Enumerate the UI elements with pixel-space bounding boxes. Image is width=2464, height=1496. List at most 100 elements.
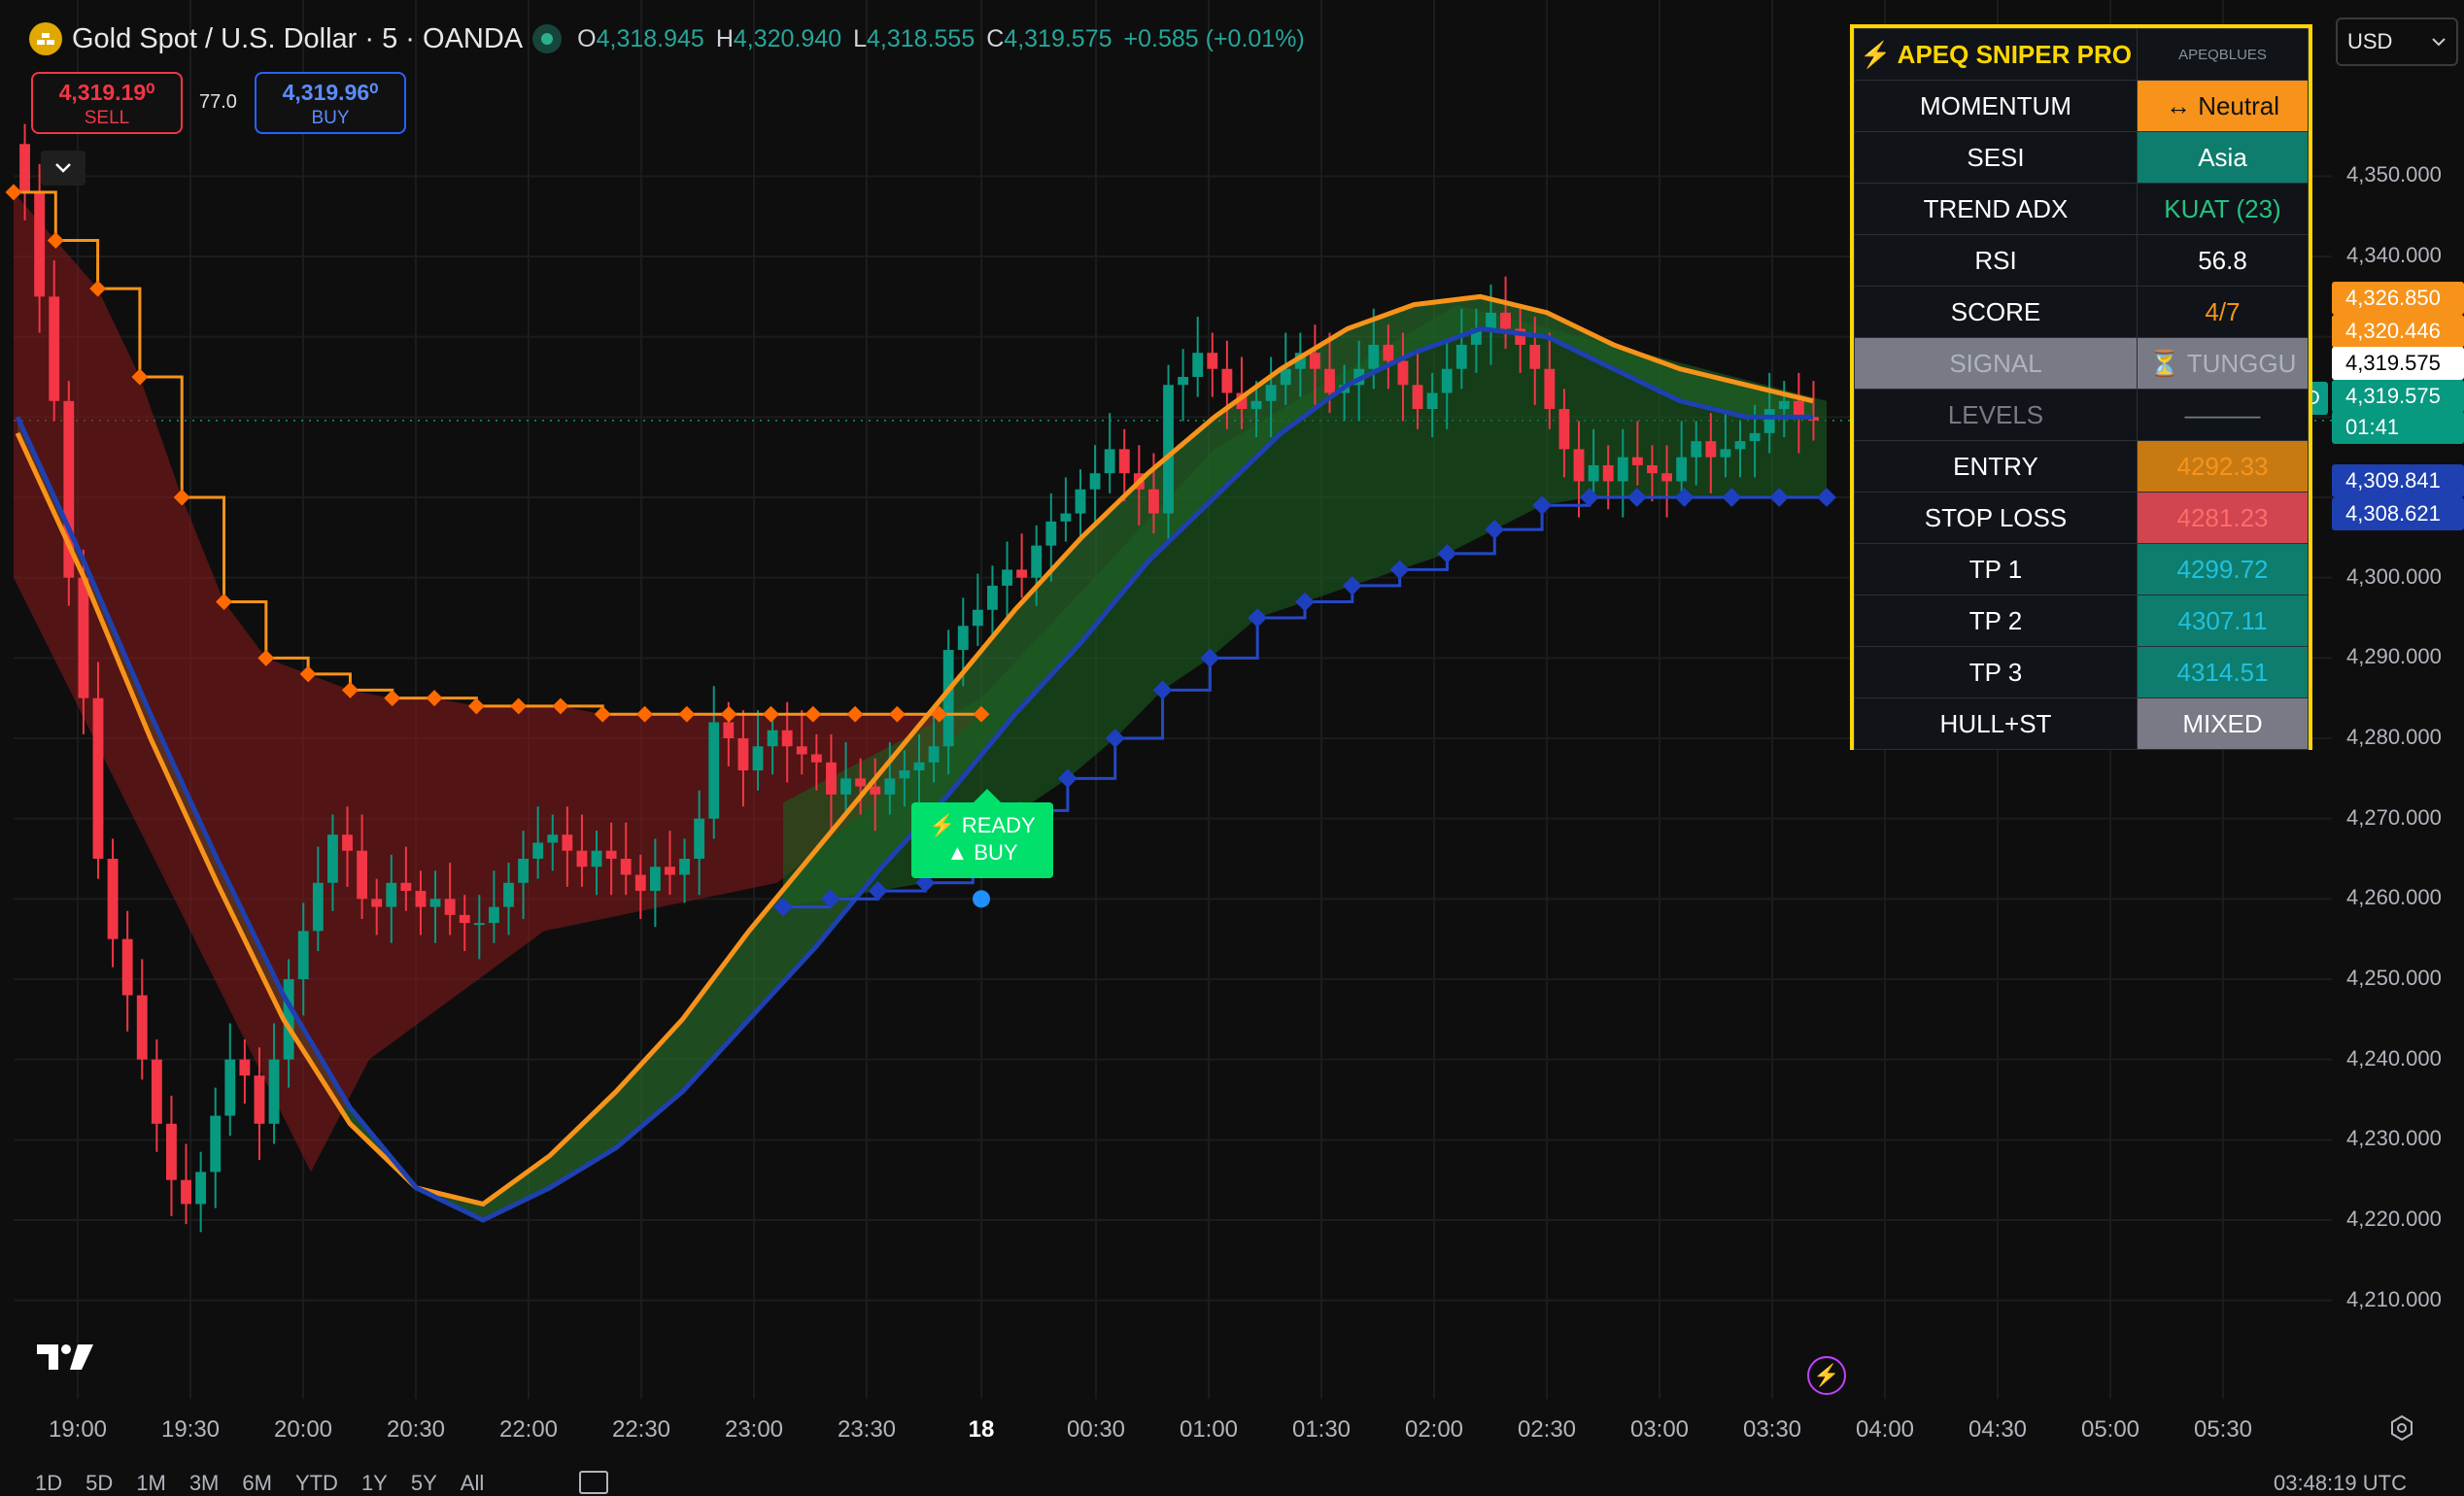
range-button[interactable]: All bbox=[461, 1471, 484, 1496]
candle-body bbox=[1588, 464, 1599, 482]
range-button[interactable]: YTD bbox=[295, 1471, 338, 1496]
candle-body bbox=[1045, 521, 1057, 546]
range-button[interactable]: 1M bbox=[136, 1471, 166, 1496]
time-tick: 22:00 bbox=[498, 1416, 559, 1443]
candle-body bbox=[473, 923, 485, 926]
range-button[interactable]: 5Y bbox=[411, 1471, 437, 1496]
range-button[interactable]: 6M bbox=[242, 1471, 272, 1496]
candle-body bbox=[1486, 312, 1496, 329]
settings-icon[interactable] bbox=[2388, 1414, 2415, 1446]
price-tick: 4,280.000 bbox=[2346, 725, 2442, 749]
info-key: ENTRY bbox=[1854, 440, 2138, 493]
candle-body bbox=[444, 899, 456, 915]
info-value: 4281.23 bbox=[2137, 492, 2309, 544]
candle-body bbox=[1089, 473, 1101, 490]
info-row: STOP LOSS 4281.23 bbox=[1854, 492, 2309, 544]
candle-body bbox=[884, 778, 896, 795]
range-button[interactable]: 5D bbox=[86, 1471, 113, 1496]
time-tick: 02:00 bbox=[1404, 1416, 1464, 1443]
candle-body bbox=[459, 914, 470, 924]
info-row: LEVELS ——— bbox=[1854, 389, 2309, 441]
info-key: SIGNAL bbox=[1854, 337, 2138, 390]
candle-body bbox=[386, 882, 397, 907]
info-row: TP 3 4314.51 bbox=[1854, 646, 2309, 698]
ohlc-readout: O4,318.945 H4,320.940 L4,318.555 C4,319.… bbox=[577, 24, 1305, 52]
info-row: HULL+ST MIXED bbox=[1854, 697, 2309, 750]
info-row: MOMENTUM ↔ Neutral bbox=[1854, 80, 2309, 132]
candle-body bbox=[679, 859, 691, 875]
info-key: LEVELS bbox=[1854, 389, 2138, 441]
candle-body bbox=[620, 859, 632, 875]
time-tick: 05:30 bbox=[2193, 1416, 2253, 1443]
price-tick: 4,270.000 bbox=[2346, 804, 2442, 830]
candle-body bbox=[1207, 353, 1218, 369]
flash-icon[interactable]: ⚡ bbox=[1807, 1356, 1846, 1395]
candle-body bbox=[1734, 441, 1746, 450]
candle-body bbox=[1558, 409, 1570, 450]
tradingview-logo[interactable] bbox=[35, 1341, 99, 1378]
candle-body bbox=[665, 867, 675, 875]
candle-body bbox=[1426, 392, 1438, 410]
info-key: HULL+ST bbox=[1854, 697, 2138, 750]
price-label: 4,309.841 bbox=[2332, 464, 2464, 497]
candle-body bbox=[1031, 545, 1043, 578]
candle-body bbox=[151, 1059, 162, 1124]
info-value: 4314.51 bbox=[2137, 646, 2309, 698]
info-value: KUAT (23) bbox=[2137, 183, 2309, 235]
range-buttons: 1D 5D 1M 3M 6M YTD 1Y 5Y All bbox=[35, 1471, 484, 1496]
candle-body bbox=[972, 609, 983, 627]
info-row: TP 1 4299.72 bbox=[1854, 543, 2309, 595]
currency-value: USD bbox=[2347, 29, 2393, 53]
candle-body bbox=[987, 585, 998, 610]
price-label: 4,319.575 bbox=[2332, 380, 2464, 413]
price-label: 4,319.575 bbox=[2332, 347, 2464, 380]
candle-body bbox=[34, 191, 46, 297]
candle-body bbox=[1676, 457, 1688, 482]
candle-body bbox=[796, 746, 807, 755]
candle-body bbox=[1104, 449, 1115, 474]
sell-button[interactable]: 4,319.19⁰ SELL bbox=[31, 72, 183, 134]
resistance-fill bbox=[14, 191, 981, 1173]
candle-body bbox=[1631, 457, 1643, 465]
spread-value: 77.0 bbox=[199, 91, 237, 113]
candle-body bbox=[312, 882, 324, 932]
info-value: 4/7 bbox=[2137, 286, 2309, 338]
sell-price: 4,319.19⁰ bbox=[58, 80, 155, 105]
utc-clock[interactable]: 03:48:19 UTC bbox=[2274, 1471, 2407, 1496]
time-tick: 19:30 bbox=[160, 1416, 221, 1443]
candle-body bbox=[1118, 449, 1130, 474]
candle-body bbox=[1250, 400, 1262, 410]
candle-body bbox=[503, 882, 514, 907]
candle-body bbox=[1763, 409, 1775, 433]
candle-body bbox=[1178, 377, 1189, 386]
info-key: TP 3 bbox=[1854, 646, 2138, 698]
candle-body bbox=[429, 899, 441, 907]
resistance-marker bbox=[5, 184, 22, 201]
candle-body bbox=[136, 995, 148, 1060]
range-button[interactable]: 3M bbox=[189, 1471, 220, 1496]
time-tick: 04:00 bbox=[1855, 1416, 1915, 1443]
range-button[interactable]: 1D bbox=[35, 1471, 62, 1496]
candle-body bbox=[767, 730, 778, 747]
candle-body bbox=[649, 867, 661, 892]
buy-button[interactable]: 4,319.96⁰ BUY bbox=[255, 72, 406, 134]
symbol-title[interactable]: Gold Spot / U.S. Dollar · 5 · OANDA bbox=[72, 23, 523, 55]
info-key: TP 1 bbox=[1854, 543, 2138, 595]
symbol-header[interactable]: Gold Spot / U.S. Dollar · 5 · OANDA O4,3… bbox=[29, 17, 1305, 60]
candle-body bbox=[591, 850, 602, 867]
calendar-icon[interactable] bbox=[579, 1471, 608, 1494]
range-button[interactable]: 1Y bbox=[361, 1471, 388, 1496]
candle-body bbox=[121, 938, 133, 996]
info-value: 4292.33 bbox=[2137, 440, 2309, 493]
gold-icon bbox=[29, 22, 62, 55]
time-tick: 23:00 bbox=[724, 1416, 784, 1443]
time-tick: 00:30 bbox=[1066, 1416, 1126, 1443]
candle-body bbox=[855, 778, 867, 787]
info-value: MIXED bbox=[2137, 697, 2309, 750]
candle-body bbox=[1265, 385, 1277, 401]
time-tick: 18 bbox=[968, 1416, 995, 1443]
candle-body bbox=[78, 577, 89, 698]
chevron-down-icon bbox=[2432, 38, 2446, 47]
collapse-legend-button[interactable] bbox=[41, 151, 86, 186]
currency-select[interactable]: USD bbox=[2336, 17, 2458, 66]
